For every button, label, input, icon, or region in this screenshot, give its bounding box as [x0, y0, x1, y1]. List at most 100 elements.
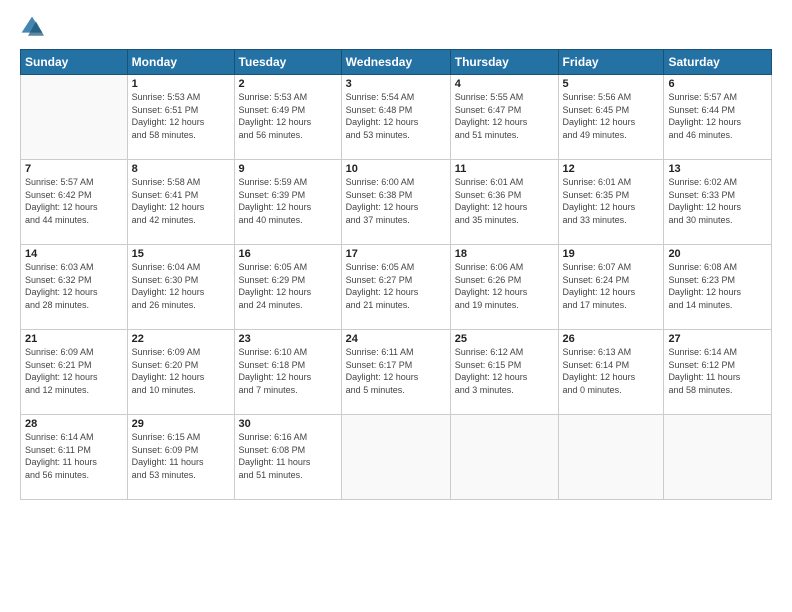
calendar-day-cell: 2Sunrise: 5:53 AM Sunset: 6:49 PM Daylig… — [234, 75, 341, 160]
day-info: Sunrise: 5:56 AM Sunset: 6:45 PM Dayligh… — [563, 91, 660, 141]
day-number: 23 — [239, 333, 337, 345]
calendar-day-cell: 14Sunrise: 6:03 AM Sunset: 6:32 PM Dayli… — [21, 245, 128, 330]
calendar-week-row: 21Sunrise: 6:09 AM Sunset: 6:21 PM Dayli… — [21, 330, 772, 415]
day-number: 20 — [668, 248, 767, 260]
day-number: 21 — [25, 333, 123, 345]
calendar-day-header: Tuesday — [234, 50, 341, 75]
calendar-day-cell: 16Sunrise: 6:05 AM Sunset: 6:29 PM Dayli… — [234, 245, 341, 330]
day-info: Sunrise: 5:54 AM Sunset: 6:48 PM Dayligh… — [346, 91, 446, 141]
calendar-week-row: 1Sunrise: 5:53 AM Sunset: 6:51 PM Daylig… — [21, 75, 772, 160]
day-number: 12 — [563, 163, 660, 175]
day-info: Sunrise: 6:06 AM Sunset: 6:26 PM Dayligh… — [455, 261, 554, 311]
calendar-day-cell: 15Sunrise: 6:04 AM Sunset: 6:30 PM Dayli… — [127, 245, 234, 330]
page: SundayMondayTuesdayWednesdayThursdayFrid… — [0, 0, 792, 612]
logo-icon — [20, 15, 44, 39]
day-info: Sunrise: 6:00 AM Sunset: 6:38 PM Dayligh… — [346, 176, 446, 226]
calendar-day-cell: 27Sunrise: 6:14 AM Sunset: 6:12 PM Dayli… — [664, 330, 772, 415]
day-info: Sunrise: 6:13 AM Sunset: 6:14 PM Dayligh… — [563, 346, 660, 396]
calendar-day-cell — [450, 415, 558, 500]
day-info: Sunrise: 5:53 AM Sunset: 6:49 PM Dayligh… — [239, 91, 337, 141]
calendar-day-cell: 17Sunrise: 6:05 AM Sunset: 6:27 PM Dayli… — [341, 245, 450, 330]
day-number: 29 — [132, 418, 230, 430]
header — [20, 15, 772, 39]
calendar-week-row: 7Sunrise: 5:57 AM Sunset: 6:42 PM Daylig… — [21, 160, 772, 245]
day-info: Sunrise: 6:10 AM Sunset: 6:18 PM Dayligh… — [239, 346, 337, 396]
day-number: 9 — [239, 163, 337, 175]
calendar-day-header: Sunday — [21, 50, 128, 75]
day-info: Sunrise: 6:15 AM Sunset: 6:09 PM Dayligh… — [132, 431, 230, 481]
calendar-day-cell: 24Sunrise: 6:11 AM Sunset: 6:17 PM Dayli… — [341, 330, 450, 415]
calendar-day-header: Wednesday — [341, 50, 450, 75]
day-number: 5 — [563, 78, 660, 90]
day-number: 25 — [455, 333, 554, 345]
calendar-day-cell: 30Sunrise: 6:16 AM Sunset: 6:08 PM Dayli… — [234, 415, 341, 500]
calendar-day-cell: 23Sunrise: 6:10 AM Sunset: 6:18 PM Dayli… — [234, 330, 341, 415]
day-info: Sunrise: 6:05 AM Sunset: 6:29 PM Dayligh… — [239, 261, 337, 311]
calendar-day-cell — [21, 75, 128, 160]
day-number: 13 — [668, 163, 767, 175]
calendar-day-cell — [664, 415, 772, 500]
day-number: 22 — [132, 333, 230, 345]
day-info: Sunrise: 5:57 AM Sunset: 6:42 PM Dayligh… — [25, 176, 123, 226]
calendar-day-cell: 28Sunrise: 6:14 AM Sunset: 6:11 PM Dayli… — [21, 415, 128, 500]
day-number: 2 — [239, 78, 337, 90]
day-info: Sunrise: 6:14 AM Sunset: 6:12 PM Dayligh… — [668, 346, 767, 396]
day-info: Sunrise: 6:12 AM Sunset: 6:15 PM Dayligh… — [455, 346, 554, 396]
calendar-day-cell: 3Sunrise: 5:54 AM Sunset: 6:48 PM Daylig… — [341, 75, 450, 160]
day-info: Sunrise: 6:01 AM Sunset: 6:36 PM Dayligh… — [455, 176, 554, 226]
day-number: 8 — [132, 163, 230, 175]
calendar-week-row: 28Sunrise: 6:14 AM Sunset: 6:11 PM Dayli… — [21, 415, 772, 500]
calendar-day-cell: 8Sunrise: 5:58 AM Sunset: 6:41 PM Daylig… — [127, 160, 234, 245]
day-number: 7 — [25, 163, 123, 175]
calendar-day-cell: 18Sunrise: 6:06 AM Sunset: 6:26 PM Dayli… — [450, 245, 558, 330]
calendar-day-cell: 19Sunrise: 6:07 AM Sunset: 6:24 PM Dayli… — [558, 245, 664, 330]
calendar-day-header: Friday — [558, 50, 664, 75]
calendar-day-cell: 4Sunrise: 5:55 AM Sunset: 6:47 PM Daylig… — [450, 75, 558, 160]
calendar-day-header: Monday — [127, 50, 234, 75]
day-number: 17 — [346, 248, 446, 260]
day-number: 28 — [25, 418, 123, 430]
day-info: Sunrise: 6:09 AM Sunset: 6:20 PM Dayligh… — [132, 346, 230, 396]
day-number: 14 — [25, 248, 123, 260]
calendar-day-cell: 26Sunrise: 6:13 AM Sunset: 6:14 PM Dayli… — [558, 330, 664, 415]
calendar-week-row: 14Sunrise: 6:03 AM Sunset: 6:32 PM Dayli… — [21, 245, 772, 330]
day-info: Sunrise: 6:16 AM Sunset: 6:08 PM Dayligh… — [239, 431, 337, 481]
day-info: Sunrise: 5:57 AM Sunset: 6:44 PM Dayligh… — [668, 91, 767, 141]
day-number: 30 — [239, 418, 337, 430]
calendar-day-cell — [341, 415, 450, 500]
day-number: 26 — [563, 333, 660, 345]
calendar-day-cell: 29Sunrise: 6:15 AM Sunset: 6:09 PM Dayli… — [127, 415, 234, 500]
day-number: 16 — [239, 248, 337, 260]
calendar-day-cell: 13Sunrise: 6:02 AM Sunset: 6:33 PM Dayli… — [664, 160, 772, 245]
calendar-day-cell: 7Sunrise: 5:57 AM Sunset: 6:42 PM Daylig… — [21, 160, 128, 245]
calendar-table: SundayMondayTuesdayWednesdayThursdayFrid… — [20, 49, 772, 500]
day-info: Sunrise: 6:05 AM Sunset: 6:27 PM Dayligh… — [346, 261, 446, 311]
day-number: 15 — [132, 248, 230, 260]
calendar-header-row: SundayMondayTuesdayWednesdayThursdayFrid… — [21, 50, 772, 75]
calendar-day-cell: 22Sunrise: 6:09 AM Sunset: 6:20 PM Dayli… — [127, 330, 234, 415]
calendar-day-cell: 25Sunrise: 6:12 AM Sunset: 6:15 PM Dayli… — [450, 330, 558, 415]
calendar-day-cell — [558, 415, 664, 500]
calendar-day-cell: 6Sunrise: 5:57 AM Sunset: 6:44 PM Daylig… — [664, 75, 772, 160]
day-info: Sunrise: 6:03 AM Sunset: 6:32 PM Dayligh… — [25, 261, 123, 311]
calendar-day-cell: 11Sunrise: 6:01 AM Sunset: 6:36 PM Dayli… — [450, 160, 558, 245]
logo — [20, 15, 48, 39]
calendar-day-cell: 5Sunrise: 5:56 AM Sunset: 6:45 PM Daylig… — [558, 75, 664, 160]
day-info: Sunrise: 5:59 AM Sunset: 6:39 PM Dayligh… — [239, 176, 337, 226]
day-number: 10 — [346, 163, 446, 175]
day-info: Sunrise: 6:01 AM Sunset: 6:35 PM Dayligh… — [563, 176, 660, 226]
day-info: Sunrise: 6:08 AM Sunset: 6:23 PM Dayligh… — [668, 261, 767, 311]
day-info: Sunrise: 6:04 AM Sunset: 6:30 PM Dayligh… — [132, 261, 230, 311]
day-number: 3 — [346, 78, 446, 90]
calendar-day-cell: 1Sunrise: 5:53 AM Sunset: 6:51 PM Daylig… — [127, 75, 234, 160]
calendar-day-cell: 12Sunrise: 6:01 AM Sunset: 6:35 PM Dayli… — [558, 160, 664, 245]
day-info: Sunrise: 6:02 AM Sunset: 6:33 PM Dayligh… — [668, 176, 767, 226]
calendar-day-cell: 21Sunrise: 6:09 AM Sunset: 6:21 PM Dayli… — [21, 330, 128, 415]
day-info: Sunrise: 5:58 AM Sunset: 6:41 PM Dayligh… — [132, 176, 230, 226]
calendar-day-header: Saturday — [664, 50, 772, 75]
day-number: 24 — [346, 333, 446, 345]
day-number: 19 — [563, 248, 660, 260]
day-number: 6 — [668, 78, 767, 90]
day-number: 11 — [455, 163, 554, 175]
day-number: 27 — [668, 333, 767, 345]
